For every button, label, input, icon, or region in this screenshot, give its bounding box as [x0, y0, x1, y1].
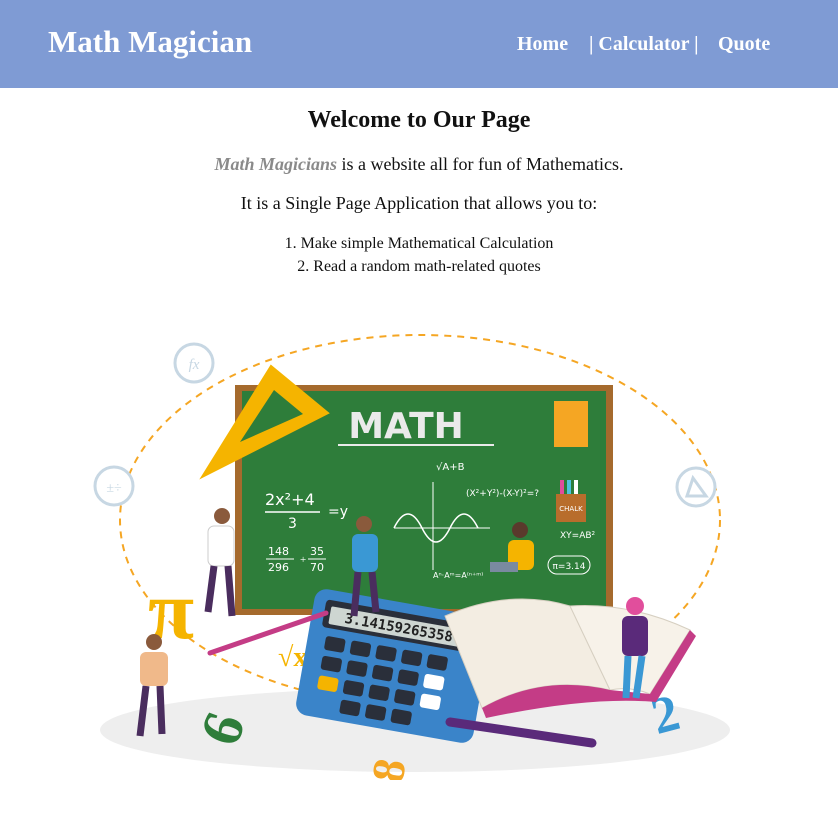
- intro-highlight: Math Magicians: [214, 154, 338, 174]
- svg-text:Aⁿ·Aᵐ=A⁽ⁿ⁺ᵐ⁾: Aⁿ·Aᵐ=A⁽ⁿ⁺ᵐ⁾: [433, 571, 483, 580]
- operators-icon: ±÷: [93, 465, 135, 507]
- svg-text:=y: =y: [328, 504, 348, 520]
- svg-text:(X²+Y²)-(X-Y)²=?: (X²+Y²)-(X-Y)²=?: [466, 489, 539, 499]
- svg-text:CHALK: CHALK: [559, 505, 583, 513]
- svg-text:296: 296: [268, 561, 289, 574]
- site-logo[interactable]: Math Magician: [48, 24, 252, 60]
- svg-text:fx: fx: [189, 357, 200, 373]
- triangle-icon: [675, 466, 717, 508]
- feature-list: 1. Make simple Mathematical Calculation …: [0, 232, 838, 278]
- svg-text:π=3.14: π=3.14: [553, 562, 586, 572]
- intro-rest: is a website all for fun of Mathematics.: [337, 154, 624, 174]
- svg-text:2x²+4: 2x²+4: [265, 490, 315, 509]
- svg-text:70: 70: [310, 561, 324, 574]
- nav-quote-link[interactable]: Quote: [718, 33, 770, 56]
- svg-text:√A+B: √A+B: [436, 462, 465, 473]
- subtitle-text: It is a Single Page Application that all…: [240, 193, 598, 213]
- svg-text:MATH: MATH: [348, 406, 464, 447]
- top-navbar: Math Magician Home | Calculator | Quote: [0, 0, 838, 88]
- teacher-figure: [204, 508, 236, 617]
- svg-text:XY=AB²: XY=AB²: [560, 531, 596, 541]
- svg-text:±÷: ±÷: [106, 481, 122, 496]
- math-illustration: fx ±÷ MATH 2x²+4 3 =y 148 296 + 35 70 √A…: [93, 334, 730, 780]
- svg-text:3: 3: [288, 516, 297, 532]
- nav-home-link[interactable]: Home: [517, 33, 568, 56]
- feature-item: 1. Make simple Mathematical Calculation: [284, 235, 554, 252]
- nav-calculator-link[interactable]: | Calculator |: [589, 33, 699, 56]
- svg-text:148: 148: [268, 545, 289, 558]
- intro-text: Math Magicians is a website all for fun …: [0, 154, 838, 175]
- page-title: Welcome to Our Page: [307, 107, 531, 133]
- svg-text:+: +: [300, 554, 306, 566]
- fx-icon: fx: [173, 342, 215, 384]
- feature-item: 2. Read a random math-related quotes: [297, 258, 541, 275]
- svg-text:35: 35: [310, 545, 324, 558]
